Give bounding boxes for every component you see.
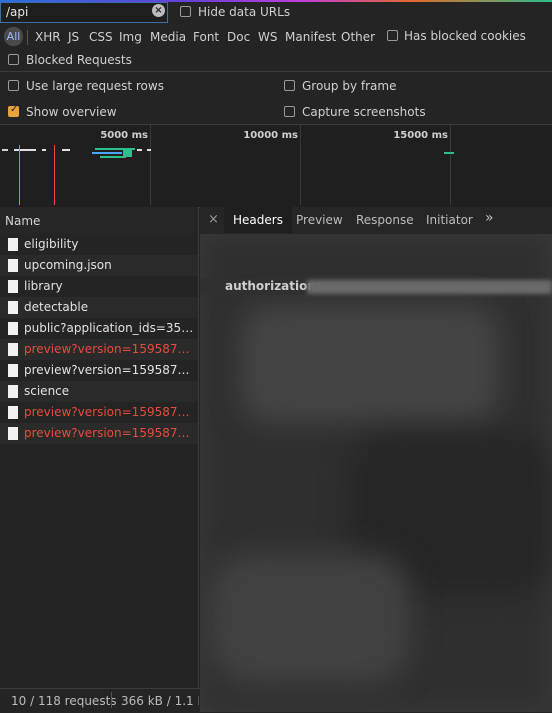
close-details-icon[interactable]: × [208, 212, 219, 227]
type-filter-media[interactable]: Media [150, 30, 186, 44]
type-filter-other[interactable]: Other [341, 30, 375, 44]
request-name: upcoming.json [24, 258, 112, 272]
overview-gridline [300, 125, 301, 205]
document-icon [8, 385, 18, 398]
overview-request-bar [92, 152, 122, 154]
document-icon [8, 343, 18, 356]
show-overview-label[interactable]: Show overview [26, 105, 117, 119]
use-large-rows-label[interactable]: Use large request rows [26, 79, 164, 93]
headers-panel: authorization: [200, 234, 552, 712]
group-by-frame-checkbox[interactable] [284, 80, 295, 91]
type-filter-img[interactable]: Img [119, 30, 142, 44]
redacted-header-value [307, 280, 552, 294]
has-blocked-cookies-label[interactable]: Has blocked cookies [404, 29, 526, 43]
request-row[interactable]: detectable [0, 297, 198, 318]
request-count: 10 / 118 requests [11, 694, 117, 708]
overview-request-bar [2, 149, 8, 151]
overview-request-bar [14, 149, 36, 151]
request-row[interactable]: preview?version=1595876420... [0, 402, 198, 423]
tab-headers[interactable]: Headers [224, 207, 292, 233]
transfer-size: 366 kB / 1.1 M [121, 694, 199, 708]
request-name: eligibility [24, 237, 79, 251]
document-icon [8, 280, 18, 293]
request-name: preview?version=1595876430... [24, 426, 196, 440]
type-filter-ws[interactable]: WS [258, 30, 277, 44]
overview-request-bar [137, 149, 142, 151]
type-filter-css[interactable]: CSS [89, 30, 113, 44]
request-row[interactable]: library [0, 276, 198, 297]
overview-request-bar [62, 149, 70, 151]
document-icon [8, 406, 18, 419]
overview-request-bar [444, 152, 454, 154]
overview-tick-5000: 5000 ms [100, 130, 148, 141]
overview-request-bar [147, 149, 151, 151]
tab-initiator[interactable]: Initiator [417, 207, 482, 233]
overview-request-bar [100, 156, 126, 158]
group-by-frame-label[interactable]: Group by frame [302, 79, 396, 93]
request-name: preview?version=1595876420... [24, 363, 196, 377]
document-icon [8, 322, 18, 335]
request-row[interactable]: science [0, 381, 198, 402]
type-filter-font[interactable]: Font [193, 30, 219, 44]
type-filter-all[interactable]: All [4, 27, 23, 46]
overview-request-bar [42, 149, 46, 151]
load-event-marker [54, 145, 55, 205]
blurred-content-region [210, 554, 410, 684]
blurred-content-region [240, 304, 500, 424]
more-tabs-icon[interactable]: » [485, 210, 494, 226]
request-row[interactable]: eligibility [0, 234, 198, 255]
dom-content-loaded-marker [19, 145, 20, 205]
overview-gridline [450, 125, 451, 205]
overview-gridline [150, 125, 151, 205]
type-filter-doc[interactable]: Doc [227, 30, 250, 44]
toolbar-divider [0, 71, 552, 72]
document-icon [8, 364, 18, 377]
capture-screenshots-label[interactable]: Capture screenshots [302, 105, 426, 119]
blocked-requests-checkbox[interactable] [8, 54, 19, 65]
document-icon [8, 301, 18, 314]
filter-input-value[interactable]: /api [6, 5, 28, 19]
request-row[interactable]: preview?version=1595876419... [0, 339, 198, 360]
blocked-requests-label[interactable]: Blocked Requests [26, 53, 132, 67]
request-name: preview?version=1595876419... [24, 342, 196, 356]
name-column-label: Name [5, 214, 41, 228]
show-overview-checkbox[interactable] [8, 104, 19, 117]
request-row[interactable]: preview?version=1595876430... [0, 423, 198, 444]
tab-response[interactable]: Response [347, 207, 423, 233]
hide-data-urls-checkbox[interactable] [180, 6, 191, 17]
request-row[interactable]: public?application_ids=35687... [0, 318, 198, 339]
tab-preview[interactable]: Preview [287, 207, 352, 233]
request-name: preview?version=1595876420... [24, 405, 196, 419]
overview-tick-10000: 10000 ms [243, 130, 298, 141]
name-column-header[interactable]: Name [0, 207, 199, 235]
type-filter-js[interactable]: JS [68, 30, 79, 44]
status-separator [111, 692, 112, 708]
document-icon [8, 427, 18, 440]
type-filter-manifest[interactable]: Manifest [285, 30, 336, 44]
capture-screenshots-checkbox[interactable] [284, 106, 295, 117]
document-icon [8, 238, 18, 251]
clear-filter-icon[interactable]: × [152, 4, 165, 17]
overview-tick-15000: 15000 ms [393, 130, 448, 141]
request-name: detectable [24, 300, 89, 314]
use-large-rows-checkbox[interactable] [8, 80, 19, 91]
type-separator [27, 30, 28, 45]
document-icon [8, 259, 18, 272]
request-row[interactable]: preview?version=1595876420... [0, 360, 198, 381]
request-name: public?application_ids=35687... [24, 321, 196, 335]
request-name: science [24, 384, 70, 398]
has-blocked-cookies-checkbox[interactable] [387, 30, 398, 41]
request-name: library [24, 279, 63, 293]
type-filter-xhr[interactable]: XHR [35, 30, 61, 44]
request-row[interactable]: upcoming.json [0, 255, 198, 276]
hide-data-urls-label[interactable]: Hide data URLs [198, 5, 290, 19]
